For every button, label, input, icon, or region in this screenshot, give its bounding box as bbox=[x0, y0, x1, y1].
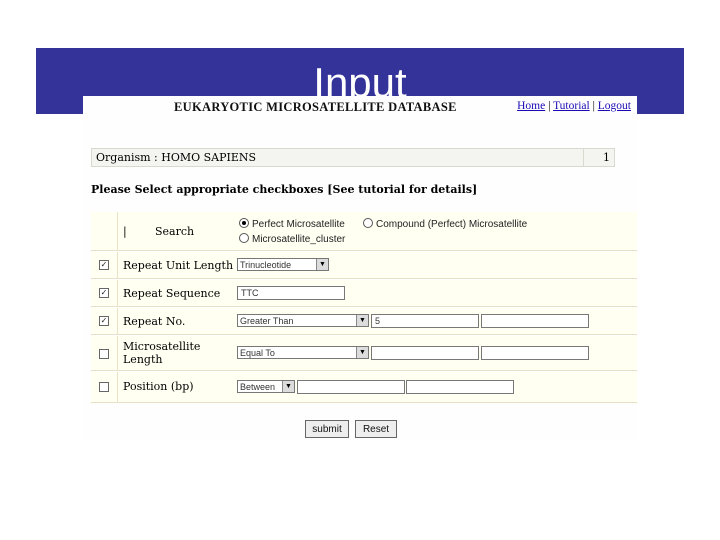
position-row: Position (bp) Between ▼ bbox=[91, 372, 637, 403]
microsatellite-length-input-2[interactable] bbox=[481, 346, 589, 360]
database-screenshot: EUKARYOTIC MICROSATELLITE DATABASE Home … bbox=[83, 96, 637, 440]
row-spacer bbox=[91, 212, 118, 250]
position-input-1[interactable] bbox=[297, 380, 405, 394]
radio-selected-icon bbox=[239, 218, 249, 228]
repeat-sequence-input[interactable]: TTC bbox=[237, 286, 345, 300]
repeat-sequence-label: Repeat Sequence bbox=[123, 287, 221, 300]
repeat-no-input-2[interactable] bbox=[481, 314, 589, 328]
radio-icon bbox=[363, 218, 373, 228]
home-link[interactable]: Home bbox=[517, 100, 545, 112]
repeat-sequence-checkbox[interactable]: ✓ bbox=[99, 288, 109, 298]
search-bar-mark: | bbox=[123, 225, 127, 238]
microsatellite-length-row: Microsatellite Length Equal To ▼ bbox=[91, 336, 637, 371]
microsatellite-length-label-2: Length bbox=[123, 353, 163, 366]
position-label: Position (bp) bbox=[123, 380, 194, 393]
repeat-unit-length-label: Repeat Unit Length bbox=[123, 259, 234, 272]
chevron-down-icon: ▼ bbox=[316, 259, 328, 270]
organism-label: Organism : HOMO SAPIENS bbox=[91, 148, 615, 167]
instructions-text: Please Select appropriate checkboxes [Se… bbox=[91, 183, 478, 196]
link-separator: | bbox=[548, 100, 551, 112]
repeat-unit-length-checkbox[interactable]: ✓ bbox=[99, 260, 109, 270]
repeat-no-select[interactable]: Greater Than ▼ bbox=[237, 314, 369, 327]
tutorial-link[interactable]: Tutorial bbox=[553, 100, 590, 112]
repeat-unit-length-select[interactable]: Trinucleotide ▼ bbox=[237, 258, 329, 271]
reset-button[interactable]: Reset bbox=[355, 420, 397, 438]
chevron-down-icon: ▼ bbox=[356, 315, 368, 326]
microsatellite-length-label-1: Microsatellite bbox=[123, 340, 201, 353]
repeat-no-input-1[interactable]: 5 bbox=[371, 314, 479, 328]
search-row: | Search Perfect Microsatellite Compound… bbox=[91, 212, 637, 251]
repeat-unit-length-row: ✓ Repeat Unit Length Trinucleotide ▼ bbox=[91, 252, 637, 279]
repeat-no-checkbox[interactable]: ✓ bbox=[99, 316, 109, 326]
microsatellite-length-select[interactable]: Equal To ▼ bbox=[237, 346, 369, 359]
radio-icon bbox=[239, 233, 249, 243]
position-checkbox[interactable] bbox=[99, 382, 109, 392]
organism-count: 1 bbox=[583, 148, 615, 167]
link-separator: | bbox=[592, 100, 595, 112]
submit-button[interactable]: submit bbox=[305, 420, 349, 438]
logout-link[interactable]: Logout bbox=[598, 100, 631, 112]
radio-compound[interactable]: Compound (Perfect) Microsatellite bbox=[363, 218, 527, 230]
chevron-down-icon: ▼ bbox=[282, 381, 294, 392]
repeat-no-label: Repeat No. bbox=[123, 315, 186, 328]
microsatellite-length-input-1[interactable] bbox=[371, 346, 479, 360]
radio-perfect[interactable]: Perfect Microsatellite bbox=[239, 218, 345, 230]
database-title: EUKARYOTIC MICROSATELLITE DATABASE bbox=[174, 100, 457, 114]
header-links: Home | Tutorial | Logout bbox=[517, 100, 631, 112]
search-label: Search bbox=[155, 225, 195, 238]
microsatellite-length-checkbox[interactable] bbox=[99, 349, 109, 359]
repeat-sequence-row: ✓ Repeat Sequence TTC bbox=[91, 280, 637, 307]
repeat-no-row: ✓ Repeat No. Greater Than ▼ 5 bbox=[91, 308, 637, 335]
radio-cluster[interactable]: Microsatellite_cluster bbox=[239, 233, 345, 245]
chevron-down-icon: ▼ bbox=[356, 347, 368, 358]
position-select[interactable]: Between ▼ bbox=[237, 380, 295, 393]
position-input-2[interactable] bbox=[406, 380, 514, 394]
